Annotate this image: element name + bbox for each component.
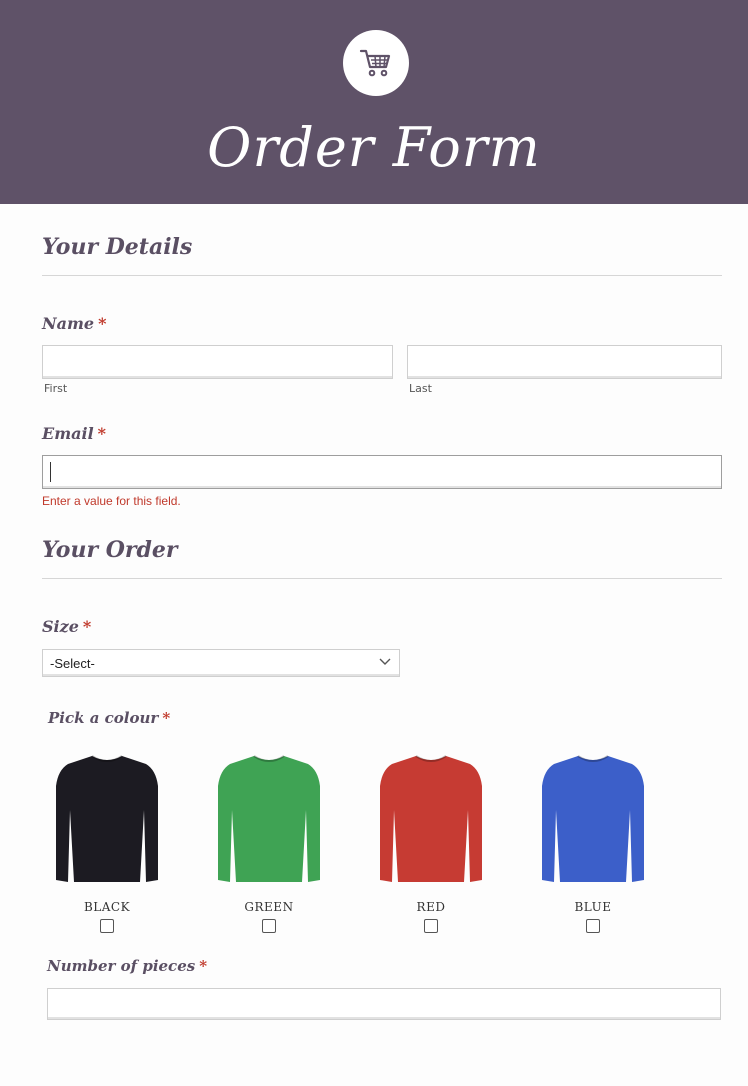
colour-option-label: BLACK — [83, 900, 131, 914]
chevron-down-icon — [379, 658, 391, 665]
required-mark: * — [162, 709, 171, 727]
email-error-message: Enter a value for this field. — [42, 494, 181, 508]
colour-label: Pick a colour * — [48, 709, 171, 727]
section-divider — [42, 275, 722, 276]
form-body: Your Details Name * First Last Email * Ent… — [0, 204, 748, 1086]
pieces-input[interactable] — [47, 988, 721, 1020]
colour-option-label: BLUE — [574, 900, 612, 914]
section-divider — [42, 578, 722, 579]
colour-option-label: RED — [416, 900, 446, 914]
name-label: Name * — [42, 314, 107, 333]
required-mark: * — [82, 617, 92, 636]
last-name-input[interactable] — [407, 345, 722, 379]
pieces-label: Number of pieces * — [47, 957, 208, 975]
required-mark: * — [199, 957, 208, 975]
colour-checkbox-green[interactable] — [262, 919, 276, 933]
first-name-input[interactable] — [42, 345, 393, 379]
size-label: Size * — [42, 617, 92, 636]
colour-checkbox-black[interactable] — [100, 919, 114, 933]
colour-option-label: GREEN — [244, 900, 294, 914]
header-banner: Order Form — [0, 0, 748, 204]
size-select-value: -Select- — [50, 656, 95, 671]
colour-option-blue: BLUE — [533, 750, 653, 933]
section-title-order: Your Order — [42, 537, 178, 563]
colour-option-black: BLACK — [47, 750, 167, 933]
email-label: Email * — [42, 424, 107, 443]
required-mark: * — [97, 424, 107, 443]
black-shirt-icon — [56, 755, 158, 882]
cart-badge — [343, 30, 409, 96]
form-title: Order Form — [207, 116, 541, 179]
green-shirt-icon — [218, 755, 320, 882]
colour-option-red: RED — [371, 750, 491, 933]
first-name-sublabel: First — [44, 382, 68, 395]
colour-checkbox-red[interactable] — [424, 919, 438, 933]
text-cursor — [50, 462, 51, 482]
last-name-sublabel: Last — [409, 382, 432, 395]
shopping-cart-icon — [359, 49, 391, 77]
required-mark: * — [98, 314, 107, 333]
size-select[interactable]: -Select- — [42, 649, 400, 677]
colour-option-green: GREEN — [209, 750, 329, 933]
colour-checkbox-blue[interactable] — [586, 919, 600, 933]
section-title-details: Your Details — [42, 234, 193, 260]
red-shirt-icon — [380, 755, 482, 882]
blue-shirt-icon — [542, 755, 644, 882]
email-input[interactable] — [42, 455, 722, 489]
